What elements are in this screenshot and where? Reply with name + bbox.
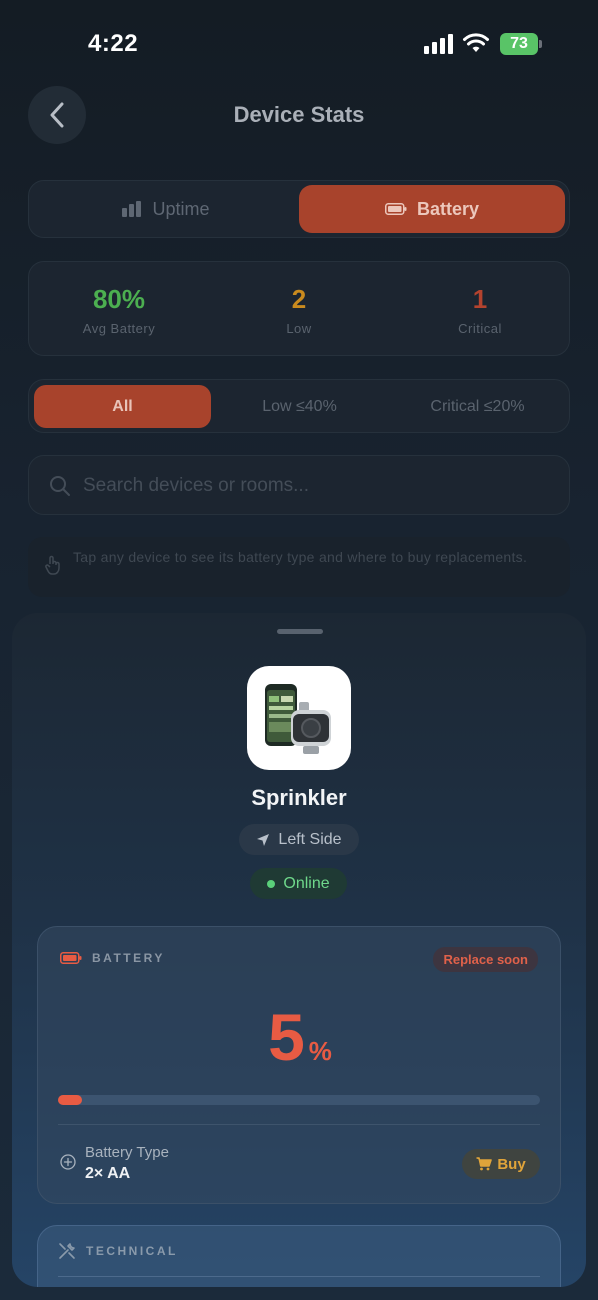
device-detail-sheet: Sprinkler Left Side Online BATTERY Repla…	[12, 613, 586, 1287]
low-battery-label: Low	[286, 321, 312, 336]
location-chip: Left Side	[239, 824, 359, 855]
tap-hand-icon	[45, 555, 60, 575]
status-label: Online	[283, 874, 330, 892]
filter-low[interactable]: Low ≤40%	[211, 385, 388, 428]
location-arrow-icon	[257, 833, 270, 846]
status-bar: 4:22 73	[0, 0, 598, 88]
online-dot-icon	[267, 879, 276, 888]
location-label: Left Side	[278, 830, 342, 848]
tab-battery[interactable]: Battery	[299, 185, 565, 233]
battery-card: BATTERY Replace soon 5% Battery Type 2× …	[37, 926, 561, 1204]
filter-all[interactable]: All	[34, 385, 211, 428]
battery-section-label: BATTERY	[92, 951, 165, 965]
sheet-drag-handle[interactable]	[277, 629, 323, 634]
avg-battery-stat: 80% Avg Battery	[29, 284, 209, 336]
search-input[interactable]	[83, 470, 543, 502]
technical-section-label: TECHNICAL	[86, 1244, 178, 1258]
avg-battery-value: 80%	[92, 284, 146, 314]
battery-status-icon: 73	[500, 33, 542, 55]
battery-icon	[384, 203, 407, 215]
tools-icon	[59, 1243, 75, 1259]
tab-battery-label: Battery	[416, 198, 480, 219]
technical-card: TECHNICAL	[37, 1225, 561, 1287]
plus-circle-icon	[60, 1154, 76, 1170]
search-icon	[50, 476, 70, 496]
battery-low-icon	[60, 952, 82, 964]
battery-summary-card: 80% Avg Battery 2 Low 1 Critical	[28, 261, 570, 356]
battery-percentage: 5%	[38, 999, 562, 1075]
device-image	[247, 666, 351, 770]
stats-segmented-control: Uptime Battery	[28, 180, 570, 238]
status-time: 4:22	[88, 30, 139, 57]
critical-battery-label: Critical	[458, 321, 502, 336]
battery-section-header: BATTERY	[60, 951, 165, 965]
page-title: Device Stats	[233, 102, 365, 127]
cart-icon	[476, 1157, 493, 1171]
device-name: Sprinkler	[251, 785, 347, 810]
status-badge: Online	[250, 868, 347, 899]
buy-button[interactable]: Buy	[462, 1149, 540, 1179]
battery-percent-unit: %	[308, 1036, 332, 1066]
battery-level-fill	[58, 1095, 83, 1105]
filter-critical[interactable]: Critical ≤20%	[389, 385, 566, 428]
low-battery-stat: 2 Low	[209, 284, 389, 336]
battery-type-label: Battery Type	[85, 1144, 169, 1161]
tab-uptime[interactable]: Uptime	[33, 185, 299, 233]
bar-chart-icon	[122, 201, 142, 217]
battery-filter: All Low ≤40% Critical ≤20%	[28, 379, 570, 433]
battery-level-bar	[58, 1095, 540, 1105]
divider	[58, 1276, 540, 1277]
search-bar	[28, 455, 570, 515]
critical-battery-value: 1	[472, 284, 488, 314]
battery-percent-value: 5	[268, 1000, 305, 1074]
tip-text: Tap any device to see its battery type a…	[73, 549, 528, 565]
battery-type-value: 2× AA	[85, 1165, 131, 1182]
wifi-icon	[463, 33, 489, 52]
tip-banner: Tap any device to see its battery type a…	[28, 537, 570, 597]
low-battery-value: 2	[291, 284, 307, 314]
cellular-signal-icon	[424, 34, 456, 54]
avg-battery-label: Avg Battery	[82, 321, 156, 336]
critical-battery-stat: 1 Critical	[390, 284, 570, 336]
buy-button-label: Buy	[497, 1155, 526, 1173]
technical-section-header: TECHNICAL	[58, 1242, 178, 1260]
divider	[58, 1124, 540, 1125]
tab-uptime-label: Uptime	[152, 198, 210, 219]
replace-soon-badge: Replace soon	[433, 947, 538, 972]
